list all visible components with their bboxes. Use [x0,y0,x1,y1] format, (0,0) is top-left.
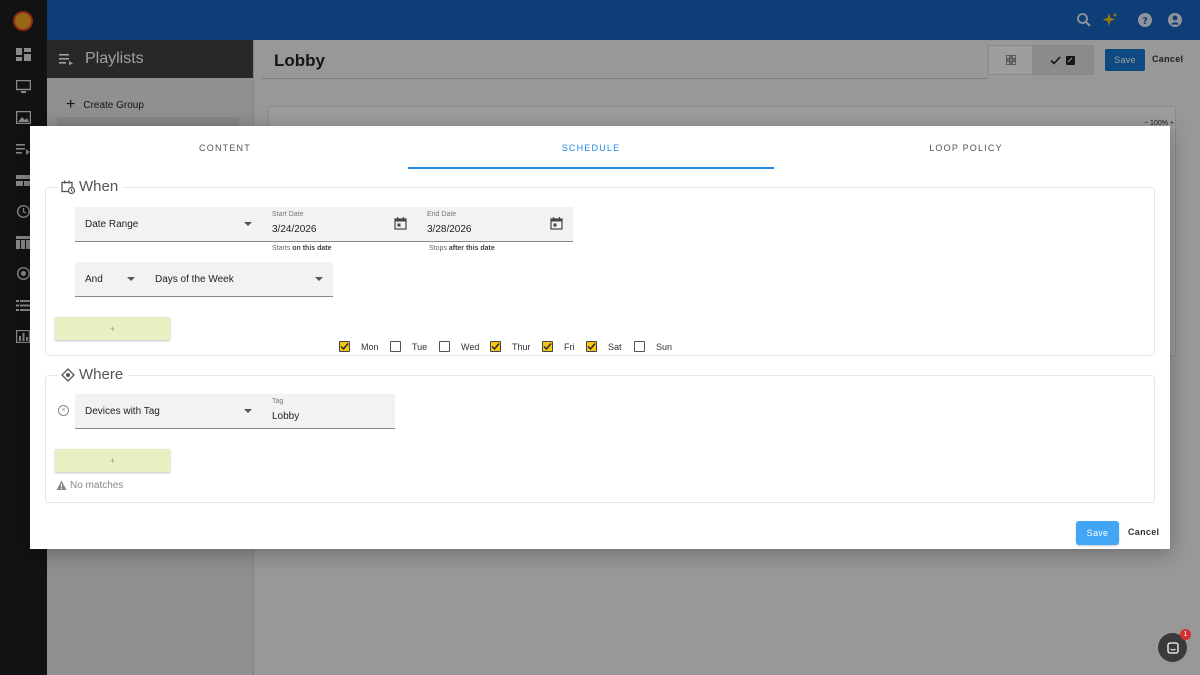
checkbox-checked-icon[interactable] [586,341,597,352]
target-type-select[interactable]: Devices with Tag [75,394,262,429]
end-hint-prefix: Stops [429,245,449,252]
conjunction-value: And [85,273,103,285]
end-date-field[interactable]: End Date 3/28/2026 [417,207,573,242]
day-checkbox-wed[interactable]: Wed [439,341,479,352]
chevron-down-icon [127,277,135,281]
day-checkbox-mon[interactable]: Mon [339,341,379,352]
add-where-rule-button[interactable]: + [55,449,170,472]
rule-type-value: Days of the Week [155,273,234,285]
day-label: Wed [461,341,480,352]
range-type-select[interactable]: Date Range [75,207,262,242]
chat-badge: 1 [1180,629,1191,640]
checkbox-empty-icon[interactable] [634,341,645,352]
location-target-icon [61,367,75,382]
day-checkbox-thur[interactable]: Thur [490,341,531,352]
day-checkbox-sat[interactable]: Sat [586,341,622,352]
tag-label: Tag [272,398,284,405]
where-legend: Where [58,366,130,383]
when-legend: When [58,178,125,195]
end-hint-bold: after this date [448,245,495,252]
day-label: Sat [608,341,622,352]
checkbox-checked-icon[interactable] [490,341,501,352]
dialog-save-button[interactable]: Save [1076,521,1119,545]
end-date-hint: Stops after this date [429,245,495,252]
checkbox-checked-icon[interactable] [339,341,350,352]
tab-loop-policy[interactable]: LOOP POLICY [774,126,1158,169]
start-hint-bold: on this date [292,245,332,252]
no-matches-text: No matches [70,480,124,491]
conjunction-select[interactable]: And [75,262,145,297]
chevron-down-icon [315,277,323,281]
calendar-clock-icon [61,180,75,194]
day-label: Fri [564,341,575,352]
when-title: When [79,178,119,195]
chevron-down-icon [244,222,252,226]
no-matches-notice: No matches [56,480,123,491]
start-date-hint: Starts on this date [272,245,332,252]
chat-icon [1166,641,1179,654]
checkbox-empty-icon[interactable] [390,341,401,352]
dialog-cancel-button[interactable]: Cancel [1128,527,1159,537]
remove-rule-icon[interactable]: × [58,405,69,416]
calendar-icon[interactable] [394,217,407,230]
chat-launcher[interactable]: 1 [1158,629,1191,662]
day-label: Mon [361,341,379,352]
tag-value: Lobby [272,411,300,422]
checkbox-checked-icon[interactable] [542,341,553,352]
tag-input[interactable]: Tag Lobby [262,394,395,429]
day-checkbox-sun[interactable]: Sun [634,341,672,352]
start-date-label: Start Date [272,211,304,218]
day-label: Sun [656,341,673,352]
tab-content[interactable]: CONTENT [42,126,408,169]
day-label: Tue [412,341,428,352]
day-checkbox-fri[interactable]: Fri [542,341,575,352]
day-checkbox-tue[interactable]: Tue [390,341,427,352]
end-date-value: 3/28/2026 [427,224,472,235]
add-when-rule-button[interactable]: + [55,317,170,340]
day-label: Thur [512,341,531,352]
when-section: When Date Range Start Date 3/24/2026 Sta… [45,178,1155,356]
rule-type-select[interactable]: Days of the Week [145,262,333,297]
target-type-value: Devices with Tag [85,405,160,417]
dialog-tabs: CONTENT SCHEDULE LOOP POLICY [42,126,1158,169]
where-title: Where [79,366,124,383]
schedule-dialog: CONTENT SCHEDULE LOOP POLICY When Date R… [30,126,1170,549]
calendar-icon[interactable] [550,217,563,230]
start-hint-prefix: Starts [272,245,293,252]
start-date-value: 3/24/2026 [272,224,317,235]
where-section: Where × Devices with Tag Tag Lobby + No … [45,366,1155,503]
tab-schedule[interactable]: SCHEDULE [408,126,774,169]
checkbox-empty-icon[interactable] [439,341,450,352]
end-date-label: End Date [427,211,457,218]
warning-icon [56,480,67,490]
chevron-down-icon [244,409,252,413]
start-date-field[interactable]: Start Date 3/24/2026 [262,207,417,242]
range-type-value: Date Range [85,218,139,230]
